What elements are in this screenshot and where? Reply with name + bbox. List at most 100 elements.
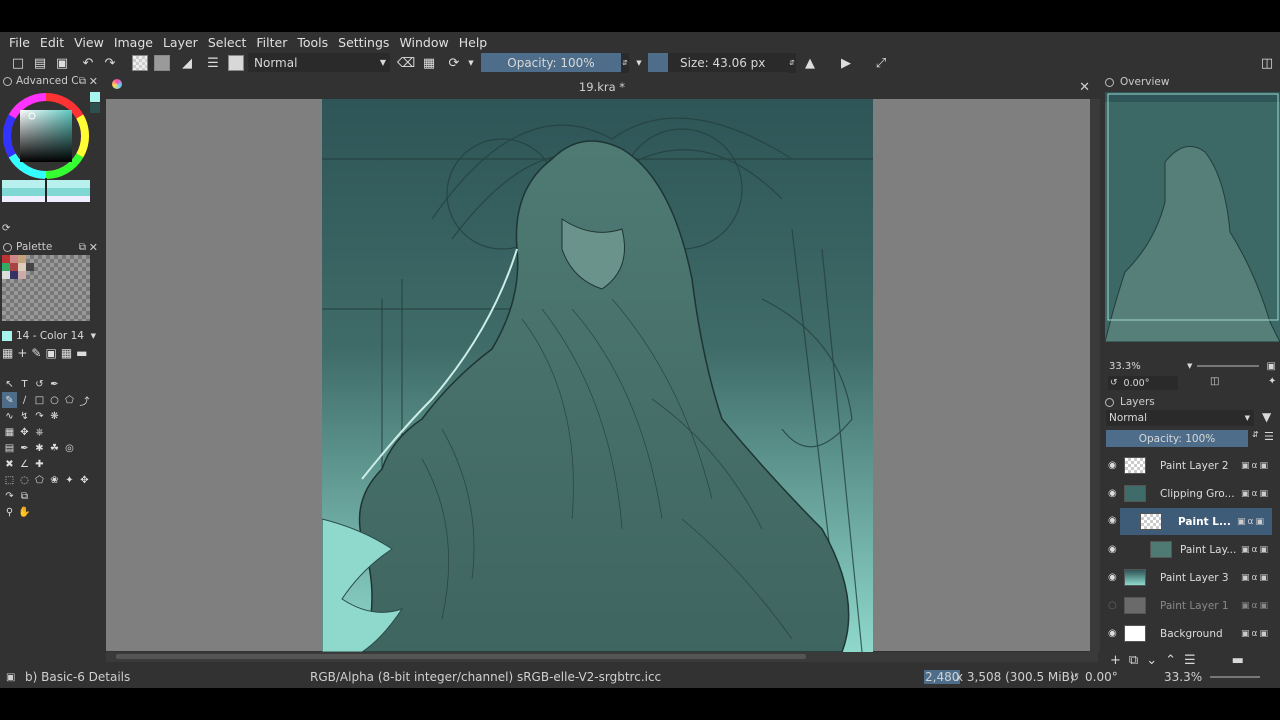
layer-blend-select[interactable]: Normal ▼ <box>1106 410 1254 426</box>
refresh-icon[interactable]: ⟳ <box>2 223 10 234</box>
opacity-stepper[interactable]: ⇵ <box>1252 430 1259 439</box>
brush-preset-icon[interactable]: ▣ <box>6 672 15 683</box>
dynamic-brush-icon[interactable]: ↷ <box>32 408 47 424</box>
visibility-eye-icon[interactable]: ◉ <box>1108 460 1117 471</box>
redo-icon[interactable]: ↷ <box>102 53 118 73</box>
layer-properties-icon[interactable]: ▣α▣ <box>1241 461 1270 471</box>
visibility-eye-icon[interactable]: ◉ <box>1108 572 1117 583</box>
select-shapes-icon[interactable]: ↖ <box>2 376 17 392</box>
pin-icon[interactable]: ✦ <box>1268 376 1276 387</box>
palette-grid[interactable] <box>2 255 90 321</box>
zoom-slider[interactable] <box>1210 676 1260 678</box>
visibility-eye-icon[interactable]: ◉ <box>1108 488 1117 499</box>
bezier-select-icon[interactable]: ↷ <box>2 488 17 504</box>
smart-patch-icon[interactable]: ✱ <box>32 440 47 456</box>
text-tool-icon[interactable]: T <box>17 376 32 392</box>
freehand-select-icon[interactable]: ❀ <box>47 472 62 488</box>
contiguous-select-icon[interactable]: ✦ <box>62 472 77 488</box>
float-icon[interactable]: ⧉ <box>79 76 86 87</box>
layer-row[interactable]: ○ Paint Layer 1 ▣α▣ <box>1106 592 1276 619</box>
measure-tool-icon[interactable]: ∠ <box>17 456 32 472</box>
close-icon[interactable]: ✕ <box>89 241 98 254</box>
filter-icon[interactable]: ▼ <box>1262 410 1271 424</box>
rotate-icon[interactable]: ↺ <box>1070 671 1079 684</box>
layer-row[interactable]: ◉ Paint Layer 3 ▣α▣ <box>1106 564 1276 591</box>
menu-view[interactable]: View <box>69 35 109 50</box>
blend-mode-select[interactable]: Normal ▼ <box>248 53 390 72</box>
open-folder-icon[interactable]: ▤ <box>32 53 48 73</box>
new-document-icon[interactable]: □ <box>10 53 26 73</box>
bezier-tool-icon[interactable]: ∿ <box>2 408 17 424</box>
menu-image[interactable]: Image <box>109 35 158 50</box>
multibrush-icon[interactable]: ❋ <box>47 408 62 424</box>
layer-opacity-slider[interactable]: Opacity: 100% <box>1106 430 1248 447</box>
move-tool-icon[interactable]: ✥ <box>17 424 32 440</box>
layer-properties-icon[interactable]: ▣α▣ <box>1241 545 1270 555</box>
layer-properties-icon[interactable]: ▣α▣ <box>1237 517 1266 527</box>
fit-icon[interactable]: ▣ <box>1267 361 1276 372</box>
fg-bg-colors-icon[interactable]: ◢ <box>178 53 196 73</box>
layer-row[interactable]: ◉ Paint Lay... ▣α▣ <box>1106 536 1276 563</box>
horizontal-scrollbar[interactable] <box>106 652 1098 662</box>
palette-grid-icon[interactable]: ▦ <box>2 346 13 360</box>
opacity-stepper[interactable]: ⇵ <box>621 53 629 73</box>
float-icon[interactable]: ⧉ <box>79 242 86 253</box>
current-color-swatch[interactable] <box>90 92 100 102</box>
edit-shapes-icon[interactable]: ↺ <box>32 376 47 392</box>
size-slider-fill[interactable] <box>648 53 668 72</box>
canvas-area[interactable] <box>106 75 1098 652</box>
size-stepper[interactable]: ⇵ <box>788 53 796 73</box>
rotation-field[interactable]: ↺ 0.00° <box>1108 376 1178 390</box>
canvas-tab[interactable]: 19.kra * ✕ <box>106 75 1098 99</box>
pattern-swatch[interactable] <box>154 55 170 71</box>
layer-properties-icon[interactable]: ▣α▣ <box>1241 601 1270 611</box>
brush-settings-icon[interactable]: ☰ <box>204 53 222 73</box>
vertical-scrollbar[interactable] <box>1090 99 1100 652</box>
overview-zoom[interactable]: 33.3% ▼ ▣ <box>1105 358 1280 374</box>
brush-preset-icon[interactable] <box>228 55 244 71</box>
visibility-eye-icon[interactable]: ◉ <box>1108 515 1117 526</box>
menu-settings[interactable]: Settings <box>333 35 394 50</box>
visibility-hidden-icon[interactable]: ○ <box>1108 600 1117 611</box>
calligraphy-icon[interactable]: ✒ <box>47 376 62 392</box>
close-icon[interactable]: ✕ <box>89 75 98 88</box>
layer-row[interactable]: ◉ Background ▣α▣ <box>1106 620 1276 647</box>
assistant-tool-icon[interactable]: ✖ <box>2 456 17 472</box>
menu-tools[interactable]: Tools <box>292 35 333 50</box>
polyline-tool-icon[interactable]: ⤴ <box>77 392 92 408</box>
freehand-path-icon[interactable]: ↯ <box>17 408 32 424</box>
polygon-tool-icon[interactable]: ⬠ <box>62 392 77 408</box>
panel-menu-icon[interactable] <box>1105 77 1114 87</box>
save-icon[interactable]: ▣ <box>54 53 70 73</box>
layer-row[interactable]: ◉ Clipping Gro... ▣α▣ <box>1106 480 1276 507</box>
eraser-icon[interactable]: ⌫ <box>397 53 415 73</box>
menu-help[interactable]: Help <box>454 35 493 50</box>
size-slider[interactable]: Size: 43.06 px <box>668 53 788 72</box>
save-icon[interactable]: ▣ <box>45 346 56 360</box>
undo-icon[interactable]: ↶ <box>80 53 96 73</box>
enclose-fill-icon[interactable]: ◎ <box>62 440 77 456</box>
layer-row-selected[interactable]: Paint L... ▣α▣ <box>1120 508 1272 535</box>
reload-preset-icon[interactable]: ⟳ <box>446 53 462 73</box>
gradient-tool-icon[interactable]: ▤ <box>2 440 17 456</box>
palette-color-select[interactable]: 14 - Color 14 ▼ <box>2 328 102 344</box>
alpha-lock-icon[interactable]: ▦ <box>421 53 437 73</box>
brush-tool-icon[interactable]: ✎ <box>2 392 17 408</box>
menu-edit[interactable]: Edit <box>35 35 69 50</box>
color-selector[interactable] <box>2 92 102 222</box>
layers-menu-icon[interactable]: ☰ <box>1264 430 1274 443</box>
scrollbar-thumb[interactable] <box>116 654 806 659</box>
visibility-eye-icon[interactable]: ◉ <box>1108 628 1117 639</box>
layer-row[interactable]: ◉ Paint Layer 2 ▣α▣ <box>1106 452 1276 479</box>
delete-icon[interactable]: ▬ <box>76 346 87 360</box>
panel-menu-icon[interactable] <box>1105 397 1114 407</box>
rectangle-tool-icon[interactable]: □ <box>32 392 47 408</box>
magnetic-select-icon[interactable]: ⧉ <box>17 488 32 504</box>
color-picker-icon[interactable]: ✒ <box>17 440 32 456</box>
workspace-icon[interactable]: ◫ <box>1258 53 1276 73</box>
mirror-vertical-icon[interactable]: ▶ <box>838 53 854 73</box>
crop-tool-icon[interactable]: ⎈ <box>32 424 47 440</box>
line-tool-icon[interactable]: ∕ <box>17 392 32 408</box>
pan-tool-icon[interactable]: ✋ <box>17 504 32 520</box>
menu-layer[interactable]: Layer <box>158 35 203 50</box>
